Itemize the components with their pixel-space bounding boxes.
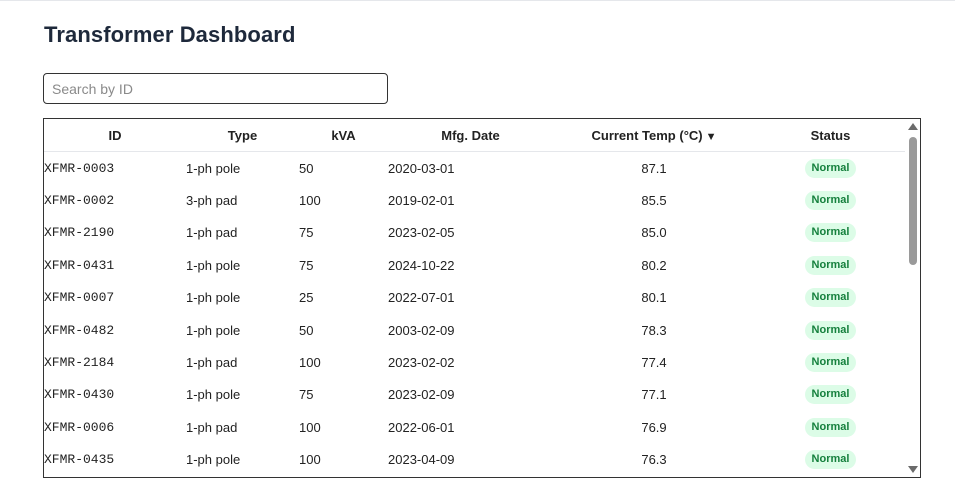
cell-status: Normal — [755, 282, 906, 314]
cell-mfg-date: 2024-10-22 — [388, 257, 455, 273]
table-header-row: ID Type kVA Mfg. Date Current Temp (°C) ▼… — [44, 119, 906, 152]
cell-type: 1-ph pad — [186, 419, 238, 435]
cell-id: XFMR-0007 — [44, 290, 115, 306]
status-badge: Normal — [804, 353, 857, 373]
cell-mfg-date: 2023-02-09 — [388, 387, 455, 403]
table-body: XFMR-0003 1-ph pole 50 2020-03-01 87.1 Normal… — [44, 152, 906, 476]
table-row[interactable]: XFMR-0006 1-ph pad 100 2022-06-01 76.9 Normal — [44, 411, 906, 443]
cell-current-temp: 87.1 — [641, 160, 667, 176]
cell-kva: 75 — [299, 257, 314, 273]
transformer-table: ID Type kVA Mfg. Date Current Temp (°C) ▼… — [43, 118, 921, 478]
cell-status: Normal — [755, 184, 906, 216]
column-header-mfg-date[interactable]: Mfg. Date — [388, 119, 553, 152]
cell-current-temp: 76.3 — [641, 452, 667, 468]
cell-current-temp: 78.3 — [641, 322, 667, 338]
cell-status: Normal — [755, 314, 906, 346]
cell-id: XFMR-0430 — [44, 387, 115, 403]
cell-id: XFMR-0002 — [44, 193, 115, 209]
top-divider — [0, 0, 955, 1]
cell-status: Normal — [755, 411, 906, 443]
cell-kva: 75 — [299, 387, 314, 403]
table-scrollbar[interactable] — [905, 119, 920, 477]
cell-mfg-date: 2020-03-01 — [388, 160, 455, 176]
sort-descending-icon: ▼ — [705, 130, 717, 143]
cell-kva: 50 — [299, 160, 314, 176]
cell-mfg-date: 2023-02-05 — [388, 225, 455, 241]
cell-current-temp: 80.1 — [641, 290, 667, 306]
table-row[interactable]: XFMR-0007 1-ph pole 25 2022-07-01 80.1 Normal — [44, 282, 906, 314]
search-input[interactable] — [43, 73, 388, 104]
cell-type: 1-ph pole — [186, 160, 241, 176]
cell-current-temp: 85.5 — [641, 193, 667, 209]
cell-status: Normal — [755, 152, 906, 185]
cell-kva: 100 — [299, 452, 321, 468]
cell-kva: 50 — [299, 322, 314, 338]
scroll-down-icon[interactable] — [908, 466, 918, 473]
cell-current-temp: 76.9 — [641, 419, 667, 435]
column-header-id[interactable]: ID — [44, 119, 186, 152]
cell-status: Normal — [755, 379, 906, 411]
cell-mfg-date: 2022-07-01 — [388, 290, 455, 306]
status-badge: Normal — [804, 158, 857, 178]
cell-status: Normal — [755, 217, 906, 249]
transformer-grid: ID Type kVA Mfg. Date Current Temp (°C) ▼… — [44, 119, 906, 476]
table-row[interactable]: XFMR-2184 1-ph pad 100 2023-02-02 77.4 Normal — [44, 346, 906, 378]
table-row[interactable]: XFMR-0435 1-ph pole 100 2023-04-09 76.3 Norma… — [44, 444, 906, 476]
cell-kva: 100 — [299, 355, 321, 371]
column-header-kva[interactable]: kVA — [299, 119, 388, 152]
cell-status: Normal — [755, 444, 906, 476]
cell-current-temp: 80.2 — [641, 257, 667, 273]
cell-current-temp: 85.0 — [641, 225, 667, 241]
cell-id: XFMR-0006 — [44, 419, 115, 435]
cell-status: Normal — [755, 346, 906, 378]
cell-type: 3-ph pad — [186, 193, 238, 209]
cell-type: 1-ph pole — [186, 290, 241, 306]
cell-current-temp: 77.1 — [641, 387, 667, 403]
table-row[interactable]: XFMR-2190 1-ph pad 75 2023-02-05 85.0 Normal — [44, 217, 906, 249]
status-badge: Normal — [804, 191, 857, 211]
column-header-current-temp-label: Current Temp (°C) — [591, 127, 703, 143]
cell-mfg-date: 2022-06-01 — [388, 419, 455, 435]
scroll-up-icon[interactable] — [908, 123, 918, 130]
cell-id: XFMR-2184 — [44, 355, 115, 371]
cell-mfg-date: 2023-02-02 — [388, 355, 455, 371]
cell-type: 1-ph pole — [186, 322, 241, 338]
column-header-status[interactable]: Status — [755, 119, 906, 152]
table-row[interactable]: XFMR-0003 1-ph pole 50 2020-03-01 87.1 Normal — [44, 152, 906, 185]
table-row[interactable]: XFMR-0482 1-ph pole 50 2003-02-09 78.3 Normal — [44, 314, 906, 346]
status-badge: Normal — [804, 320, 857, 340]
status-badge: Normal — [804, 417, 857, 437]
scrollbar-thumb[interactable] — [909, 137, 917, 265]
status-badge: Normal — [804, 385, 857, 405]
page-title: Transformer Dashboard — [44, 22, 296, 47]
table-row[interactable]: XFMR-0002 3-ph pad 100 2019-02-01 85.5 Normal — [44, 184, 906, 216]
status-badge: Normal — [804, 450, 857, 470]
cell-type: 1-ph pole — [186, 257, 241, 273]
cell-kva: 25 — [299, 290, 314, 306]
cell-current-temp: 77.4 — [641, 355, 667, 371]
cell-id: XFMR-0435 — [44, 452, 115, 468]
cell-kva: 100 — [299, 193, 321, 209]
cell-status: Normal — [755, 249, 906, 281]
status-badge: Normal — [804, 255, 857, 275]
cell-id: XFMR-0003 — [44, 160, 115, 176]
cell-id: XFMR-0482 — [44, 322, 115, 338]
cell-type: 1-ph pad — [186, 225, 238, 241]
column-header-type[interactable]: Type — [186, 119, 299, 152]
cell-mfg-date: 2003-02-09 — [388, 322, 455, 338]
cell-id: XFMR-0431 — [44, 257, 115, 273]
table-row[interactable]: XFMR-0431 1-ph pole 75 2024-10-22 80.2 Normal — [44, 249, 906, 281]
status-badge: Normal — [804, 288, 857, 308]
cell-kva: 75 — [299, 225, 314, 241]
cell-mfg-date: 2019-02-01 — [388, 193, 455, 209]
cell-type: 1-ph pole — [186, 452, 241, 468]
cell-kva: 100 — [299, 419, 321, 435]
column-header-current-temp[interactable]: Current Temp (°C) ▼ — [553, 119, 755, 152]
cell-mfg-date: 2023-04-09 — [388, 452, 455, 468]
cell-type: 1-ph pad — [186, 355, 238, 371]
cell-id: XFMR-2190 — [44, 225, 115, 241]
table-row[interactable]: XFMR-0430 1-ph pole 75 2023-02-09 77.1 Normal — [44, 379, 906, 411]
cell-type: 1-ph pole — [186, 387, 241, 403]
status-badge: Normal — [804, 223, 857, 243]
